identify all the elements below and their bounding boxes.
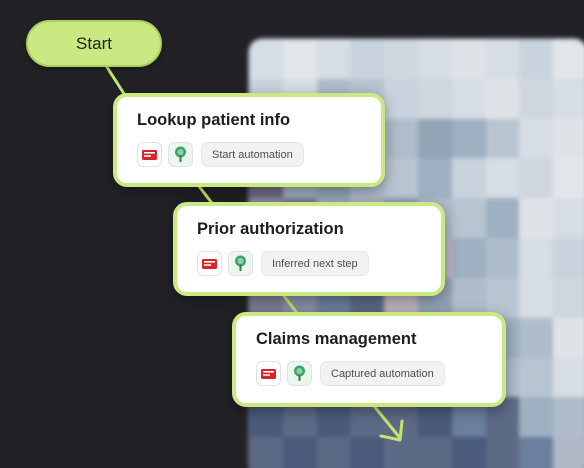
mosaic-tile xyxy=(553,78,584,119)
epic-logo-icon xyxy=(137,142,162,167)
mosaic-tile xyxy=(451,158,486,199)
mosaic-tile xyxy=(282,437,317,468)
step-card-claims-management[interactable]: Claims management Captured automation xyxy=(232,312,506,407)
start-label: Start xyxy=(76,33,112,53)
mosaic-tile xyxy=(417,437,452,468)
mosaic-tile xyxy=(485,238,520,278)
step-card-lookup-patient-info[interactable]: Lookup patient info Start automation xyxy=(113,93,385,187)
mosaic-tile xyxy=(553,158,584,199)
mosaic-tile xyxy=(519,317,554,358)
mosaic-tile xyxy=(350,437,385,468)
step-title: Lookup patient info xyxy=(137,111,291,129)
mosaic-tile xyxy=(485,198,520,239)
mosaic-tile xyxy=(519,357,554,398)
mosaic-tile xyxy=(451,39,486,79)
mosaic-tile xyxy=(553,238,584,278)
mosaic-tile xyxy=(451,198,486,239)
workflow-stage: Start Lookup patient info Start automati… xyxy=(0,0,584,468)
step-tag: Captured automation xyxy=(320,361,445,386)
mosaic-tile xyxy=(384,39,418,79)
mosaic-tile xyxy=(519,238,554,278)
tree-logo-icon xyxy=(228,251,253,276)
step-tag: Inferred next step xyxy=(261,251,369,276)
step-title: Prior authorization xyxy=(197,220,344,238)
mosaic-tile xyxy=(519,437,554,468)
mosaic-tile xyxy=(485,78,520,119)
mosaic-tile xyxy=(553,118,584,159)
mosaic-tile xyxy=(417,39,452,79)
mosaic-tile xyxy=(553,198,584,239)
mosaic-tile xyxy=(553,277,584,318)
mosaic-tile xyxy=(316,39,351,79)
mosaic-tile xyxy=(249,437,283,468)
mosaic-tile xyxy=(519,198,554,239)
mosaic-tile xyxy=(553,357,584,398)
mosaic-tile xyxy=(417,118,452,159)
mosaic-tile xyxy=(417,78,452,119)
mosaic-tile xyxy=(553,317,584,358)
epic-logo-icon xyxy=(256,361,281,386)
mosaic-tile xyxy=(384,437,418,468)
mosaic-tile xyxy=(553,39,584,79)
step-tag: Start automation xyxy=(201,142,304,167)
mosaic-tile xyxy=(350,39,385,79)
start-node[interactable]: Start xyxy=(26,20,162,67)
mosaic-tile xyxy=(451,78,486,119)
mosaic-tile xyxy=(553,397,584,438)
mosaic-tile xyxy=(519,78,554,119)
tree-logo-icon xyxy=(168,142,193,167)
mosaic-tile xyxy=(485,158,520,199)
mosaic-tile xyxy=(417,158,452,199)
mosaic-tile xyxy=(282,39,317,79)
mosaic-tile xyxy=(316,437,351,468)
tree-logo-icon xyxy=(287,361,312,386)
epic-logo-icon xyxy=(197,251,222,276)
mosaic-tile xyxy=(384,158,418,199)
mosaic-tile xyxy=(485,39,520,79)
mosaic-tile xyxy=(384,118,418,159)
step-card-prior-authorization[interactable]: Prior authorization Inferred next step xyxy=(173,202,445,296)
mosaic-tile xyxy=(384,78,418,119)
mosaic-tile xyxy=(519,158,554,199)
mosaic-tile xyxy=(451,437,486,468)
mosaic-tile xyxy=(519,118,554,159)
mosaic-tile xyxy=(451,238,486,278)
step-title: Claims management xyxy=(256,330,417,348)
mosaic-tile xyxy=(519,277,554,318)
mosaic-tile xyxy=(519,39,554,79)
mosaic-tile xyxy=(519,397,554,438)
mosaic-tile xyxy=(553,437,584,468)
mosaic-tile xyxy=(249,39,283,79)
mosaic-tile xyxy=(451,118,486,159)
mosaic-tile xyxy=(485,437,520,468)
mosaic-tile xyxy=(485,118,520,159)
